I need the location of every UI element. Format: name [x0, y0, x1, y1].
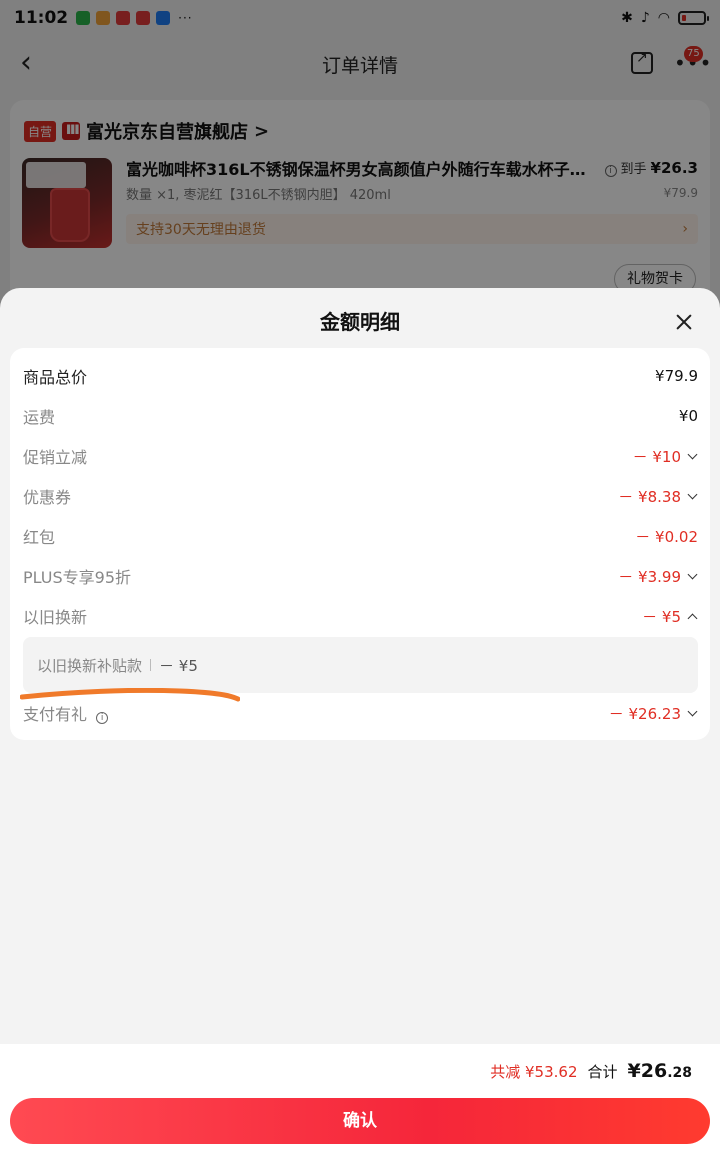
- row-red-packet: 红包 － ¥0.02: [10, 516, 710, 556]
- info-icon[interactable]: i: [96, 712, 109, 724]
- row-label: 促销立减: [23, 448, 88, 467]
- subsidy-label: 以旧换新补贴款: [37, 656, 143, 675]
- total-label: 合计: [587, 1063, 618, 1081]
- row-coupon[interactable]: 优惠券 － ¥8.38: [10, 476, 710, 516]
- total-integer: ¥26: [627, 1060, 668, 1082]
- row-label: 运费: [23, 408, 56, 427]
- row-promotion[interactable]: 促销立减 － ¥10: [10, 436, 710, 476]
- red-packet-value: － ¥0.02: [635, 527, 698, 546]
- row-label: 以旧换新: [23, 608, 88, 627]
- row-label: 红包: [23, 528, 56, 547]
- row-label: 优惠券: [23, 488, 72, 507]
- sheet-title: 金额明细: [320, 310, 400, 334]
- row-value: ¥79.9: [655, 367, 698, 385]
- amount-detail-card: 商品总价 ¥79.9 运费 ¥0 促销立减 － ¥10 优惠券 － ¥8.38 …: [10, 348, 710, 740]
- chevron-down-icon[interactable]: [687, 449, 698, 459]
- row-label: 支付有礼 i: [23, 701, 109, 725]
- row-goods-total: 商品总价 ¥79.9: [10, 356, 710, 396]
- goods-total-value: ¥79.9: [655, 367, 698, 385]
- row-trade-in[interactable]: 以旧换新 － ¥5: [10, 596, 710, 636]
- row-value: － ¥5: [642, 606, 698, 627]
- saved-amount: 共减 ¥53.62: [490, 1061, 577, 1082]
- shipping-value: ¥0: [678, 407, 698, 425]
- amount-detail-sheet: 金额明细 商品总价 ¥79.9 运费 ¥0 促销立减 － ¥10 优惠券 － ¥…: [0, 288, 720, 1152]
- total-summary: 共减 ¥53.62 合计 ¥26 .28: [490, 1060, 692, 1082]
- subsidy-value: － ¥5: [159, 656, 198, 675]
- close-icon[interactable]: [672, 310, 696, 334]
- total-decimal: .28: [667, 1065, 692, 1081]
- payment-gift-value: － ¥26.23: [608, 704, 681, 723]
- row-payment-gift[interactable]: 支付有礼 i － ¥26.23: [10, 693, 710, 733]
- row-label: PLUS专享95折: [23, 568, 131, 587]
- payment-gift-label: 支付有礼: [23, 705, 88, 724]
- row-value: － ¥0.02: [635, 526, 698, 547]
- bottom-bar: 共减 ¥53.62 合计 ¥26 .28 确认: [0, 1044, 720, 1152]
- plus-discount-value: － ¥3.99: [618, 567, 681, 586]
- row-value: － ¥3.99: [618, 566, 698, 587]
- row-value: － ¥10: [633, 446, 698, 467]
- trade-in-value: － ¥5: [642, 607, 681, 626]
- confirm-button[interactable]: 确认: [10, 1098, 710, 1144]
- row-label: 商品总价: [23, 368, 88, 387]
- row-value: － ¥8.38: [618, 486, 698, 507]
- trade-in-subsidy-box: 以旧换新补贴款 － ¥5: [23, 637, 698, 693]
- row-value: ¥0: [679, 407, 698, 425]
- row-value: － ¥26.23: [609, 703, 698, 724]
- chevron-down-icon[interactable]: [687, 569, 698, 579]
- divider: [150, 659, 152, 671]
- saved-value: ¥53.62: [525, 1063, 578, 1081]
- row-shipping: 运费 ¥0: [10, 396, 710, 436]
- chevron-down-icon[interactable]: [687, 706, 698, 716]
- chevron-down-icon[interactable]: [687, 489, 698, 499]
- saved-label: 共减: [490, 1063, 521, 1081]
- chevron-up-icon[interactable]: [687, 613, 698, 623]
- row-plus-discount[interactable]: PLUS专享95折 － ¥3.99: [10, 556, 710, 596]
- promotion-value: － ¥10: [632, 447, 681, 466]
- coupon-value: － ¥8.38: [618, 487, 681, 506]
